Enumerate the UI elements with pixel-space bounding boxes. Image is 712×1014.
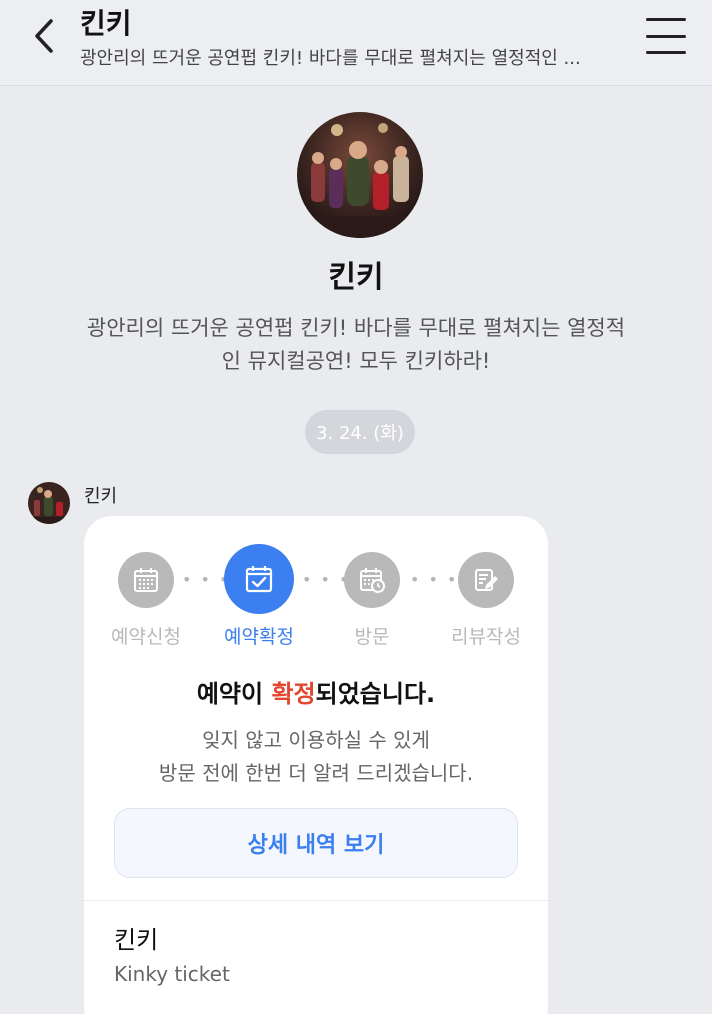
reservation-card: • • • • • • • • • 예약신청 예약확정 방문 리뷰작성 예약이 … [84,516,548,1014]
step-label: 리뷰작성 [451,626,521,648]
confirmation-description: 잊지 않고 이용하실 수 있게 방문 전에 한번 더 알려 드리겠습니다. [84,724,548,790]
calendar-clock-icon [360,568,385,593]
hamburger-icon-bar [646,18,686,21]
profile-avatar[interactable] [297,112,423,238]
top-app-bar: 킨키 광안리의 뜨거운 공연펍 킨키! 바다를 무대로 펼쳐지는 열정적인 ..… [0,0,712,86]
page-title: 킨키 [80,7,132,40]
hamburger-icon-bar [646,34,686,38]
calendar-check-icon [245,566,273,593]
sender-avatar[interactable] [28,482,70,524]
chevron-left-icon [35,19,53,53]
description-line: 잊지 않고 이용하실 수 있게 [202,728,430,752]
profile-description-line: 인 뮤지컬공연! 모두 킨키하라! [221,349,491,373]
title-prefix: 예약이 [196,680,272,708]
profile-name: 킨키 [328,260,384,295]
step-write-review [458,552,514,608]
view-details-button[interactable]: 상세 내역 보기 [114,808,518,878]
stage-photo-image [28,482,70,524]
step-label: 예약신청 [111,626,181,648]
title-suffix: 되었습니다. [315,680,436,708]
product-name: 킨키 [114,926,159,954]
calendar-grid-icon [134,568,158,592]
confirmation-title: 예약이 확정되었습니다. [84,674,548,709]
menu-button[interactable] [646,18,686,54]
step-reservation-confirmed [224,544,294,614]
product-subtitle: Kinky ticket [114,962,230,986]
step-reservation-request [118,552,174,608]
profile-description: 광안리의 뜨거운 공연펍 킨키! 바다를 무대로 펼쳐지는 열정적 인 뮤지컬공… [60,312,652,378]
step-label: 방문 [354,626,390,648]
description-line: 방문 전에 한번 더 알려 드리겠습니다. [158,761,474,785]
edit-note-icon [475,569,498,591]
stage-photo-image [297,112,423,238]
back-button[interactable] [22,14,66,58]
page-subtitle: 광안리의 뜨거운 공연펍 킨키! 바다를 무대로 펼쳐지는 열정적인 ... [80,48,581,69]
date-separator: 3. 24. (화) [305,410,415,454]
hamburger-icon-bar [646,51,686,54]
title-highlight: 확정 [271,680,316,708]
divider [84,900,548,901]
sender-name: 킨키 [84,486,118,507]
profile-description-line: 광안리의 뜨거운 공연펍 킨키! 바다를 무대로 펼쳐지는 열정적 [86,316,626,340]
step-visit [344,552,400,608]
step-label-active: 예약확정 [224,626,294,648]
step-connector: • • • [410,570,459,589]
